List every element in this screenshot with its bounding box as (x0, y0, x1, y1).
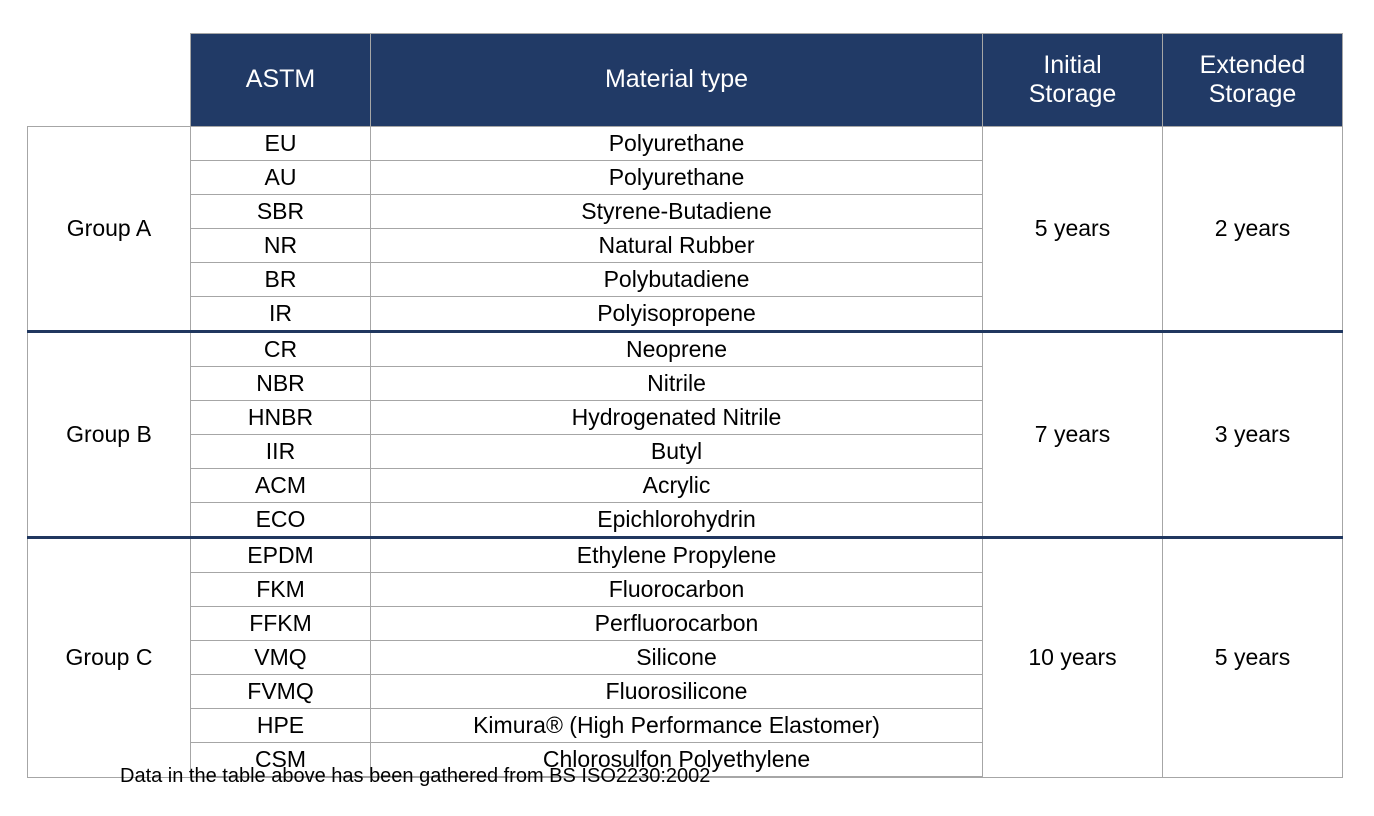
elastomer-storage-table: ASTM Material type Initial Storage Exten… (27, 33, 1343, 778)
material-type: Acrylic (370, 468, 983, 503)
group-label-b: Group B (27, 330, 191, 538)
material-type: Epichlorohydrin (370, 502, 983, 539)
extended-storage-c: 5 years (1162, 536, 1343, 778)
initial-storage-c: 10 years (982, 536, 1163, 778)
extended-storage-a: 2 years (1162, 126, 1343, 332)
material-type: Neoprene (370, 330, 983, 367)
material-type: Silicone (370, 640, 983, 675)
astm-code: CR (190, 330, 371, 367)
header-initial-line2: Storage (1028, 80, 1117, 108)
material-type: Ethylene Propylene (370, 536, 983, 573)
material-type: Hydrogenated Nitrile (370, 400, 983, 435)
header-initial-line1: Initial (1043, 50, 1102, 79)
astm-code: FKM (190, 572, 371, 607)
extended-storage-b: 3 years (1162, 330, 1343, 538)
astm-code: SBR (190, 194, 371, 229)
initial-storage-b: 7 years (982, 330, 1163, 538)
astm-code: EU (190, 126, 371, 161)
header-row: ASTM Material type Initial Storage Exten… (27, 33, 1343, 127)
material-type: Natural Rubber (370, 228, 983, 263)
astm-code: NBR (190, 366, 371, 401)
astm-code: VMQ (190, 640, 371, 675)
astm-code: IIR (190, 434, 371, 469)
initial-storage-a: 5 years (982, 126, 1163, 332)
group-label-a: Group A (27, 126, 191, 332)
material-type: Fluorosilicone (370, 674, 983, 709)
header-extended-line1: Extended (1199, 50, 1306, 79)
material-type: Kimura® (High Performance Elastomer) (370, 708, 983, 743)
table-row: Group A EU Polyurethane 5 years 2 years (27, 126, 1343, 332)
material-type: Polyurethane (370, 126, 983, 161)
header-cell-initial-storage: Initial Storage (982, 33, 1163, 127)
astm-code: EPDM (190, 536, 371, 573)
astm-code: BR (190, 262, 371, 297)
material-type: Butyl (370, 434, 983, 469)
material-type: Polybutadiene (370, 262, 983, 297)
astm-code: HPE (190, 708, 371, 743)
material-type: Polyisopropene (370, 296, 983, 333)
header-cell-blank (27, 33, 191, 127)
group-label-c: Group C (27, 536, 191, 778)
table-header: ASTM Material type Initial Storage Exten… (27, 33, 1343, 127)
astm-code: FFKM (190, 606, 371, 641)
material-type: Nitrile (370, 366, 983, 401)
material-type: Perfluorocarbon (370, 606, 983, 641)
astm-code: HNBR (190, 400, 371, 435)
material-type: Styrene-Butadiene (370, 194, 983, 229)
astm-code: AU (190, 160, 371, 195)
astm-code: FVMQ (190, 674, 371, 709)
astm-code: ECO (190, 502, 371, 539)
material-type: Fluorocarbon (370, 572, 983, 607)
header-extended-line2: Storage (1208, 80, 1297, 108)
material-type: Polyurethane (370, 160, 983, 195)
astm-code: IR (190, 296, 371, 333)
table-row: Group C EPDM Ethylene Propylene 10 years… (27, 536, 1343, 778)
header-cell-material: Material type (370, 33, 983, 127)
astm-code: ACM (190, 468, 371, 503)
header-cell-astm: ASTM (190, 33, 371, 127)
table-body: Group A EU Polyurethane 5 years 2 years … (27, 126, 1343, 778)
table-source-footnote: Data in the table above has been gathere… (120, 765, 711, 787)
header-cell-extended-storage: Extended Storage (1162, 33, 1343, 127)
table-row: Group B CR Neoprene 7 years 3 years (27, 330, 1343, 538)
page-root: ASTM Material type Initial Storage Exten… (0, 0, 1374, 816)
astm-code: NR (190, 228, 371, 263)
